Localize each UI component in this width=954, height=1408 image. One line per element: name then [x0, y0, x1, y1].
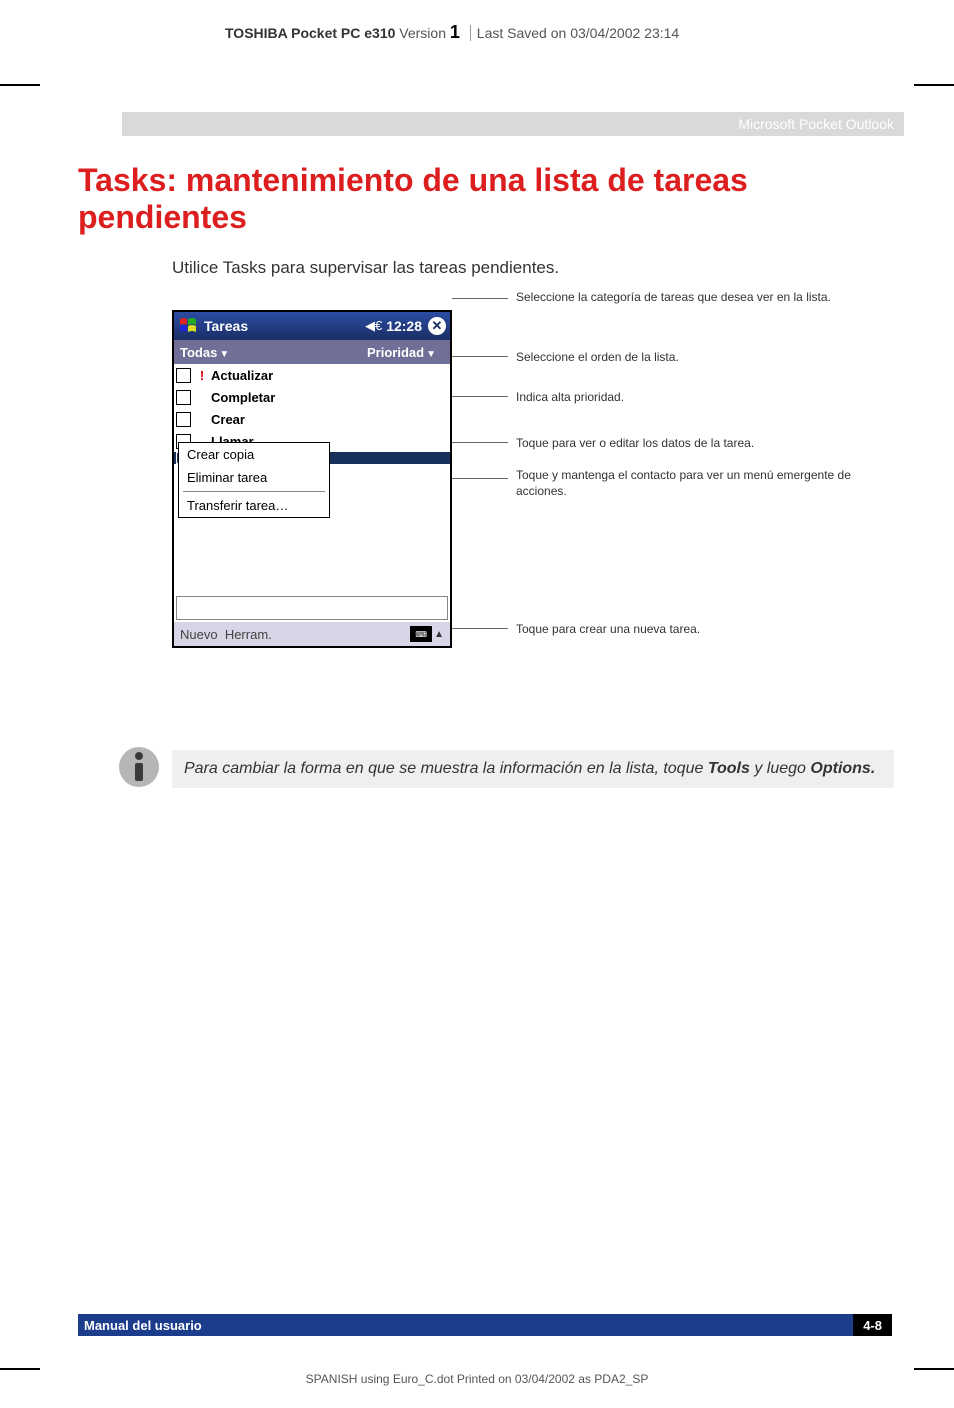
- tip-bold-tools: Tools: [708, 760, 750, 777]
- volume-icon[interactable]: ◀€: [365, 318, 382, 334]
- pda-time[interactable]: 12:28: [386, 318, 422, 334]
- callout-priority: Indica alta prioridad.: [516, 390, 866, 406]
- leader-line: [452, 442, 508, 443]
- pda-screenshot: Tareas ◀€ 12:28 ✕ Todas▼ Prioridad▼ ! Ac…: [172, 310, 452, 648]
- crop-mark: [914, 1368, 954, 1370]
- pda-filter-bar: Todas▼ Prioridad▼: [174, 340, 450, 364]
- task-checkbox[interactable]: [176, 390, 191, 405]
- task-checkbox[interactable]: [176, 412, 191, 427]
- callout-new-task: Toque para crear una nueva tarea.: [516, 622, 866, 638]
- tip-bold-options: Options.: [810, 760, 875, 777]
- tip-text-pre: Para cambiar la forma en que se muestra …: [184, 760, 708, 777]
- leader-line: [452, 478, 508, 479]
- crop-mark: [0, 1368, 40, 1370]
- footer-bar: Manual del usuario 4-8: [78, 1314, 892, 1336]
- page-title: Tasks: mantenimiento de una lista de tar…: [78, 162, 894, 236]
- new-task-entry[interactable]: [176, 596, 448, 620]
- task-checkbox[interactable]: [176, 368, 191, 383]
- task-label: Crear: [211, 412, 245, 427]
- high-priority-icon: !: [197, 368, 207, 383]
- print-footer: SPANISH using Euro_C.dot Printed on 03/0…: [0, 1372, 954, 1386]
- new-menu[interactable]: Nuevo: [180, 627, 218, 642]
- section-bar: Microsoft Pocket Outlook: [122, 112, 904, 136]
- leader-line: [452, 356, 508, 357]
- footer-title: Manual del usuario: [78, 1318, 853, 1333]
- intro-text: Utilice Tasks para supervisar las tareas…: [172, 258, 559, 278]
- tools-menu[interactable]: Herram.: [225, 627, 272, 642]
- task-row[interactable]: ! Completar: [174, 386, 450, 408]
- category-filter-label: Todas: [180, 345, 217, 360]
- task-label: Actualizar: [211, 368, 273, 383]
- category-filter[interactable]: Todas▼: [174, 345, 367, 360]
- leader-line: [452, 298, 508, 299]
- context-menu: Crear copia Eliminar tarea Transferir ta…: [178, 442, 330, 518]
- sip-arrow-icon[interactable]: ▲: [434, 629, 444, 640]
- task-row[interactable]: ! Actualizar: [174, 364, 450, 386]
- task-row[interactable]: ! Crear: [174, 408, 450, 430]
- tip-text-mid: y luego: [750, 760, 810, 777]
- version-number: 1: [450, 22, 460, 42]
- tip-box: Para cambiar la forma en que se muestra …: [172, 750, 894, 788]
- sip-keyboard-icon[interactable]: ⌨: [410, 626, 432, 642]
- context-menu-item-beam[interactable]: Transferir tarea…: [179, 494, 329, 517]
- running-header: TOSHIBA Pocket PC e310 Version 1 Last Sa…: [225, 22, 679, 43]
- task-label: Completar: [211, 390, 275, 405]
- product-name: TOSHIBA Pocket PC e310: [225, 25, 395, 41]
- last-saved: Last Saved on 03/04/2002 23:14: [477, 25, 679, 41]
- menu-separator: [183, 491, 325, 492]
- crop-mark: [0, 84, 40, 86]
- context-menu-item-copy[interactable]: Crear copia: [179, 443, 329, 466]
- leader-line: [452, 628, 508, 629]
- leader-line: [452, 396, 508, 397]
- version-label: Version: [399, 25, 446, 41]
- tasks-figure: Seleccione la categoría de tareas que de…: [172, 290, 892, 730]
- callout-category: Seleccione la categoría de tareas que de…: [516, 290, 866, 306]
- sort-filter[interactable]: Prioridad▼: [367, 345, 450, 360]
- callout-context-menu: Toque y mantenga el contacto para ver un…: [516, 468, 866, 499]
- pda-app-title: Tareas: [202, 318, 365, 334]
- info-icon: [118, 746, 160, 788]
- pda-titlebar: Tareas ◀€ 12:28 ✕: [174, 312, 450, 340]
- callout-sort: Seleccione el orden de la lista.: [516, 350, 866, 366]
- pda-command-bar: Nuevo Herram. ⌨ ▲: [174, 622, 450, 646]
- callout-edit: Toque para ver o editar los datos de la …: [516, 436, 866, 452]
- close-icon[interactable]: ✕: [428, 317, 446, 335]
- section-title: Microsoft Pocket Outlook: [738, 116, 894, 132]
- crop-mark: [914, 84, 954, 86]
- page-number: 4-8: [853, 1314, 892, 1336]
- windows-start-icon[interactable]: [178, 316, 198, 336]
- context-menu-item-delete[interactable]: Eliminar tarea: [179, 466, 329, 489]
- sort-filter-label: Prioridad: [367, 345, 424, 360]
